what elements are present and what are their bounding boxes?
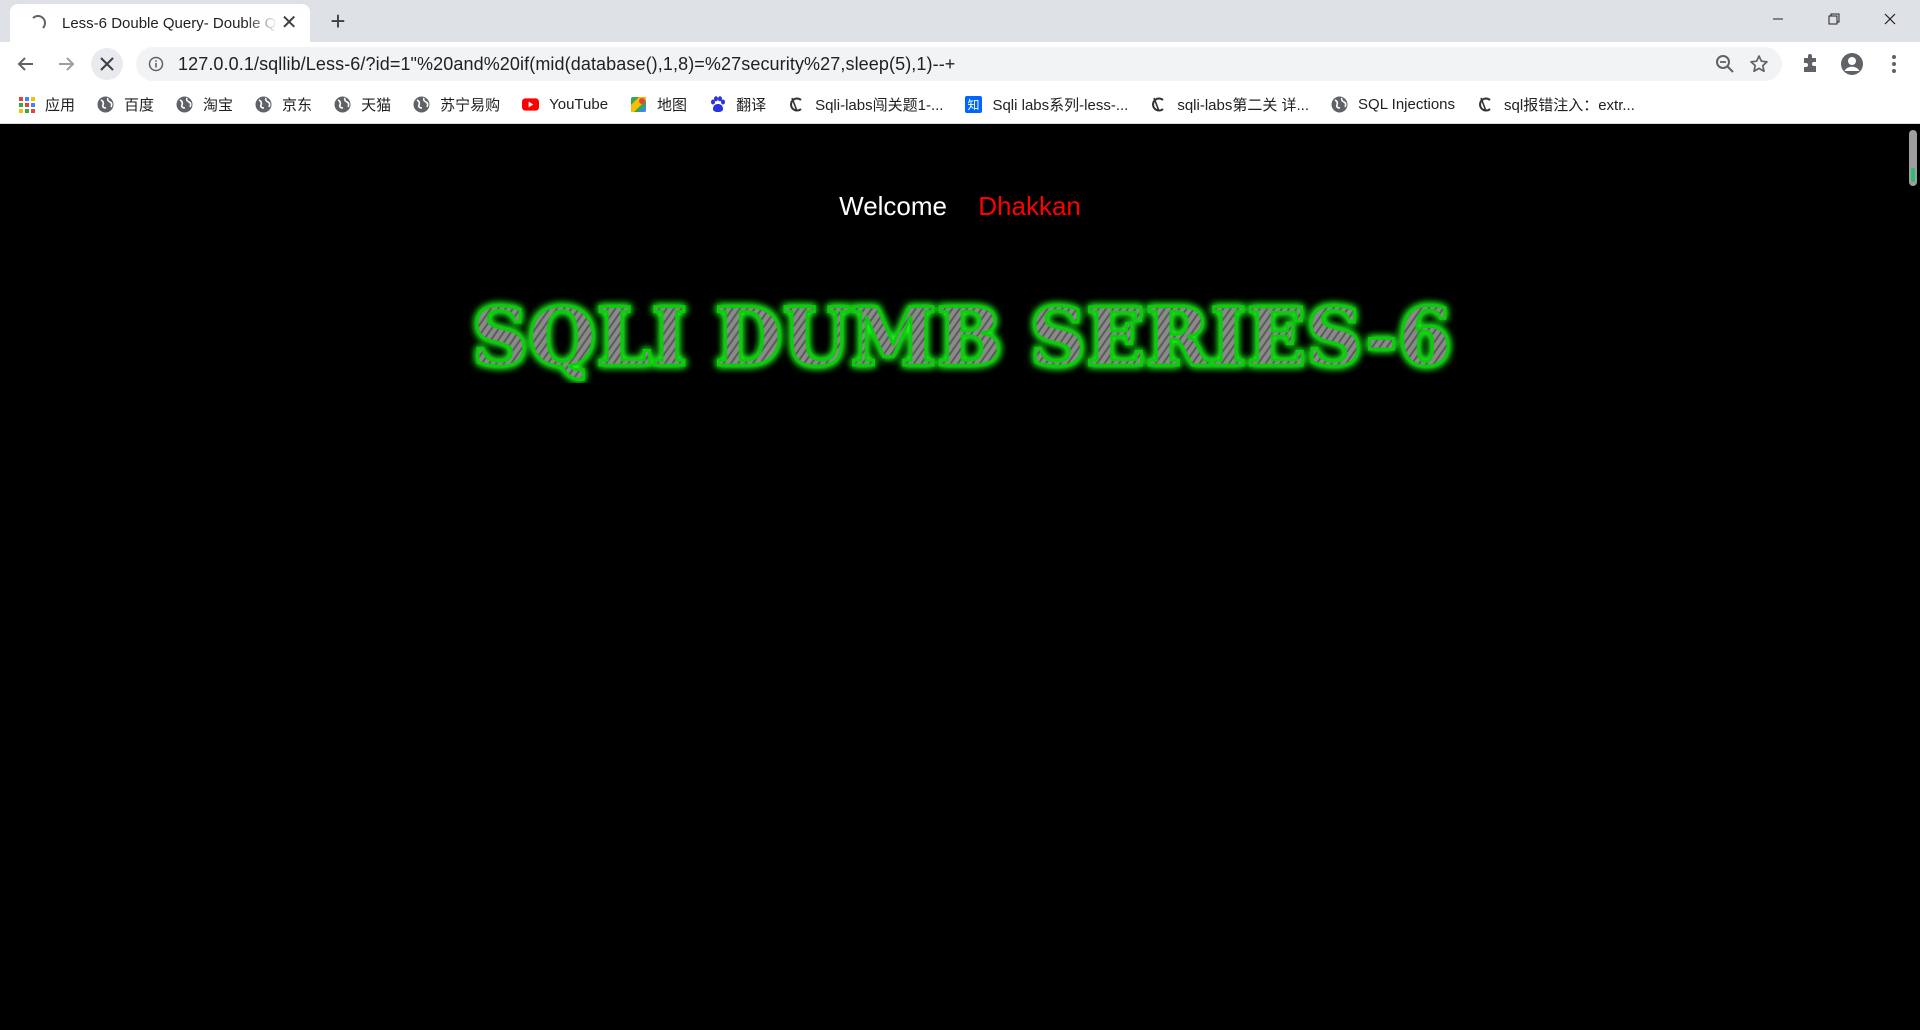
loading-spinner-icon (30, 15, 46, 31)
tab-close-button[interactable]: ✕ (278, 12, 300, 34)
star-icon (1750, 55, 1768, 73)
url-text[interactable]: 127.0.0.1/sqllib/Less-6/?id=1"%20and%20i… (178, 54, 955, 75)
browser-tab[interactable]: Less-6 Double Query- Double Quotes- Stri… (10, 4, 310, 42)
bookmark-label: 百度 (124, 97, 155, 114)
bookmark-apps[interactable]: 应用 (18, 94, 75, 115)
youtube-icon (522, 96, 540, 113)
title-bar: Less-6 Double Query- Double Quotes- Stri… (0, 0, 1920, 42)
site-info-icon[interactable] (148, 56, 164, 72)
restore-icon (1828, 13, 1840, 25)
bookmark-label: 苏宁易购 (440, 97, 501, 114)
page-content: Welcome Dhakkan SQLI DUMB SERIES-6 (0, 125, 1906, 1030)
bookmark-baidu[interactable]: 百度 (97, 94, 154, 115)
series-title-text: SQLI DUMB SERIES-6 (472, 293, 1452, 383)
close-window-button[interactable] (1862, 0, 1918, 38)
svg-text:知: 知 (968, 98, 980, 112)
welcome-line: Welcome Dhakkan (0, 191, 1920, 222)
stop-x-icon (100, 57, 114, 71)
bookmark-sql-error-injection[interactable]: sql报错注入：extr... (1477, 94, 1635, 115)
close-icon (1884, 13, 1896, 25)
arrow-right-icon (59, 57, 75, 71)
globe-icon (334, 96, 351, 113)
bookmark-label: 天猫 (361, 97, 392, 114)
bookmark-label: Sqli labs系列-less-... (992, 97, 1129, 114)
minimize-button[interactable] (1750, 0, 1806, 38)
bookmark-sql-injections[interactable]: SQL Injections (1331, 96, 1455, 113)
bookmark-youtube[interactable]: YouTube (522, 96, 608, 113)
welcome-text: Welcome (839, 191, 948, 221)
back-button[interactable] (10, 48, 42, 80)
globe-icon (413, 96, 430, 113)
globe-icon (1331, 96, 1348, 113)
scrollbar-thumb[interactable] (1909, 130, 1917, 186)
maps-icon (630, 96, 647, 113)
arrow-left-icon (17, 57, 33, 71)
new-tab-button[interactable]: + (324, 8, 352, 36)
bookmark-label: Sqli-labs闯关题1-... (815, 97, 944, 114)
bookmark-maps[interactable]: 地图 (630, 94, 687, 115)
globe-icon (255, 96, 272, 113)
address-bar[interactable]: 127.0.0.1/sqllib/Less-6/?id=1"%20and%20i… (136, 47, 1782, 81)
zhihu-icon: 知 (965, 96, 983, 113)
vertical-scrollbar[interactable] (1906, 125, 1920, 1030)
bookmark-sqli-labs-less[interactable]: 知 Sqli labs系列-less-... (965, 94, 1128, 115)
zoom-out-icon (1716, 55, 1734, 73)
account-circle-icon (1841, 53, 1863, 75)
bookmark-label: YouTube (549, 96, 609, 113)
series-title-image: SQLI DUMB SERIES-6 (471, 293, 1454, 383)
bookmark-sqli-labs-2[interactable]: sqli-labs第二关 详... (1150, 94, 1309, 115)
globe-icon (176, 96, 193, 113)
bookmark-suning[interactable]: 苏宁易购 (413, 94, 500, 115)
bookmark-label: sqli-labs第二关 详... (1177, 97, 1310, 114)
baidu-paw-icon (709, 96, 726, 113)
bookmark-label: 应用 (45, 97, 76, 114)
restore-button[interactable] (1806, 0, 1862, 38)
forward-button[interactable] (50, 48, 82, 80)
browser-toolbar: 127.0.0.1/sqllib/Less-6/?id=1"%20and%20i… (0, 42, 1920, 86)
csdn-icon (788, 96, 805, 113)
zoom-button[interactable] (1712, 51, 1738, 77)
globe-icon (97, 96, 114, 113)
more-vertical-icon (1892, 55, 1896, 73)
browser-menu-button[interactable] (1880, 50, 1908, 78)
bookmark-star-button[interactable] (1746, 51, 1772, 77)
bookmark-label: sql报错注入：extr... (1504, 97, 1635, 114)
tab-title: Less-6 Double Query- Double Quotes- Stri… (62, 14, 278, 32)
bookmark-label: 地图 (657, 97, 688, 114)
puzzle-icon (1804, 54, 1816, 72)
bookmark-jd[interactable]: 京东 (255, 94, 312, 115)
apps-grid-icon (18, 96, 35, 113)
bookmark-tmall[interactable]: 天猫 (334, 94, 391, 115)
csdn-icon (1477, 96, 1494, 113)
bookmark-label: 翻译 (736, 97, 767, 114)
bookmark-label: SQL Injections (1358, 96, 1456, 113)
bookmarks-bar: 应用 百度 淘宝 京东 天猫 苏宁易购 YouTube 地图 翻译 Sqli-l… (0, 86, 1920, 124)
minimize-icon (1773, 18, 1783, 20)
stop-loading-button[interactable] (91, 48, 123, 80)
user-name-text: Dhakkan (978, 191, 1081, 221)
bookmark-sqli-labs-1[interactable]: Sqli-labs闯关题1-... (788, 94, 943, 115)
csdn-icon (1150, 96, 1167, 113)
bookmark-translate[interactable]: 翻译 (709, 94, 766, 115)
bookmark-label: 京东 (282, 97, 313, 114)
profile-button[interactable] (1838, 50, 1866, 78)
extensions-button[interactable] (1796, 50, 1824, 78)
bookmark-taobao[interactable]: 淘宝 (176, 94, 233, 115)
bookmark-label: 淘宝 (203, 97, 234, 114)
